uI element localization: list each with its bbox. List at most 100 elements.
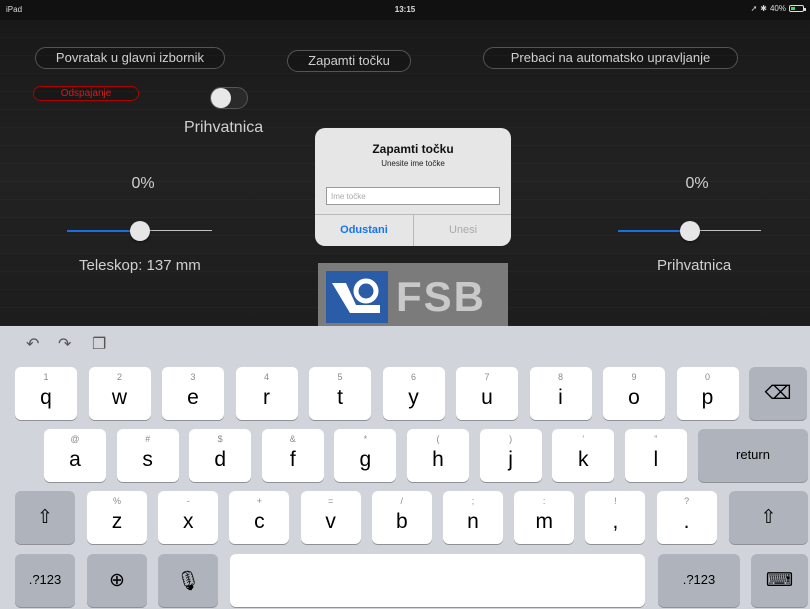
- key-label: .?123: [682, 572, 716, 587]
- key-label: .?123: [28, 572, 62, 587]
- key-secondary-label: 6: [410, 372, 416, 382]
- key-e[interactable]: 3e: [162, 367, 224, 420]
- gripper-slider[interactable]: [618, 221, 761, 241]
- gripper-slider-label: Prihvatnica: [657, 257, 732, 274]
- key-f[interactable]: & f: [261, 429, 324, 482]
- fsb-logo-mark: [326, 271, 388, 323]
- numbers-key-left[interactable]: .?123: [15, 554, 75, 607]
- back-to-main-menu-button[interactable]: Povratak u glavni izbornik: [35, 47, 225, 69]
- key-k[interactable]: ’ k: [552, 429, 615, 482]
- return-key[interactable]: return: [698, 429, 808, 482]
- key-s[interactable]: # s: [116, 429, 179, 482]
- shift-key-right[interactable]: ⇧: [729, 491, 808, 544]
- key-secondary-label: /: [400, 496, 404, 506]
- key-secondary-label: 3: [190, 372, 196, 382]
- hide-keyboard-key[interactable]: ⌨: [751, 554, 808, 607]
- dialog-title: Zapamti točku: [372, 142, 454, 156]
- key-u[interactable]: 7u: [456, 367, 518, 420]
- key-secondary-label: ?: [684, 496, 690, 506]
- switch-to-automatic-button[interactable]: Prebaci na automatsko upravljanje: [483, 47, 738, 69]
- key-b[interactable]: / b: [371, 491, 432, 544]
- key-label: return: [736, 447, 770, 462]
- key-label: n: [467, 510, 479, 533]
- key-h[interactable]: (h: [407, 429, 469, 482]
- key-label: m: [535, 510, 553, 533]
- telescope-percent: 0%: [131, 175, 155, 192]
- key-secondary-label: =: [327, 496, 334, 506]
- key-y[interactable]: 6y: [382, 367, 445, 420]
- ipad-screen: iPad 13:15 ➚ ✱ 40% Povratak u glavni izb…: [0, 0, 810, 609]
- dialog-message: Unesite ime točke: [381, 159, 445, 168]
- paste-icon[interactable]: ❐: [92, 334, 106, 354]
- disconnect-button[interactable]: Odspajanje: [33, 86, 139, 101]
- key-secondary-label: ”: [654, 434, 658, 444]
- key-t[interactable]: 5t: [309, 367, 371, 420]
- key-label: t: [337, 386, 343, 409]
- key-secondary-label: 1: [43, 372, 49, 382]
- key-secondary-label: @: [70, 434, 80, 444]
- key-v[interactable]: = v: [300, 491, 361, 544]
- backspace-icon: ⌫: [764, 383, 792, 404]
- numbers-key-right[interactable]: .?123: [658, 554, 740, 607]
- telescope-label: Teleskop: 137 mm: [79, 257, 201, 274]
- key-secondary-label: $: [217, 434, 223, 444]
- slider-thumb[interactable]: [679, 221, 700, 241]
- key-label: w: [111, 386, 128, 409]
- key-m[interactable]: :m: [514, 491, 575, 544]
- dictation-key[interactable]: 🎙︎: [158, 554, 218, 607]
- undo-icon[interactable]: ↶: [26, 334, 39, 354]
- key-n[interactable]: ; n: [443, 491, 503, 544]
- cancel-button[interactable]: Odustani: [315, 215, 413, 246]
- key-secondary-label: (: [436, 434, 440, 444]
- key-j[interactable]: ) j: [479, 429, 542, 482]
- key-g[interactable]: * g: [334, 429, 397, 482]
- key-i[interactable]: 8i: [529, 367, 592, 420]
- key-label: j: [508, 448, 513, 471]
- key-o[interactable]: 9o: [603, 367, 665, 420]
- keyboard-hide-icon: ⌨: [765, 570, 794, 591]
- battery-icon: [789, 5, 806, 12]
- key-label: h: [432, 448, 444, 471]
- key-r[interactable]: 4r: [235, 367, 298, 420]
- key-label: b: [395, 510, 408, 533]
- key-label: u: [481, 386, 493, 409]
- key-d[interactable]: $ d: [189, 429, 252, 482]
- globe-key[interactable]: ⊕: [87, 554, 147, 607]
- shift-key-left[interactable]: ⇧: [15, 491, 75, 544]
- redo-icon[interactable]: ↷: [58, 334, 71, 354]
- status-bar: iPad 13:15 ➚ ✱ 40%: [0, 0, 810, 20]
- key-secondary-label: :: [542, 496, 546, 506]
- key-label: v: [325, 510, 336, 533]
- key-z[interactable]: % z: [87, 491, 147, 544]
- telescope-slider[interactable]: [67, 221, 212, 241]
- key-w[interactable]: 2w: [88, 367, 151, 420]
- save-point-button[interactable]: Zapamti točku: [287, 50, 411, 72]
- key-a[interactable]: @ a: [44, 429, 106, 482]
- key-secondary-label: 2: [116, 372, 122, 382]
- key-secondary-label: *: [363, 434, 368, 444]
- key-label: q: [40, 386, 52, 409]
- shift-icon: ⇧: [37, 507, 53, 528]
- clock: 13:15: [394, 5, 416, 14]
- key-period[interactable]: ?.: [656, 491, 717, 544]
- key-secondary-label: ’: [582, 434, 585, 444]
- robot-control-app: Povratak u glavni izbornik Zapamti točku…: [0, 20, 810, 326]
- key-comma[interactable]: !,: [585, 491, 646, 544]
- key-x[interactable]: -x: [158, 491, 219, 544]
- backspace-key[interactable]: ⌫: [749, 367, 807, 420]
- gripper-toggle-label: Prihvatnica: [184, 119, 264, 136]
- key-l[interactable]: ” l: [624, 429, 687, 482]
- key-secondary-label: -: [186, 496, 190, 506]
- confirm-button[interactable]: Unesi: [414, 215, 511, 246]
- key-secondary-label: &: [289, 434, 296, 444]
- key-q[interactable]: 1q: [15, 367, 77, 420]
- key-c[interactable]: + c: [229, 491, 290, 544]
- key-secondary-label: %: [112, 496, 121, 506]
- space-key[interactable]: [230, 554, 645, 607]
- key-label: x: [182, 510, 194, 533]
- slider-thumb[interactable]: [129, 221, 150, 241]
- gripper-toggle[interactable]: [210, 87, 248, 109]
- key-p[interactable]: 0p: [676, 367, 739, 420]
- point-name-input[interactable]: [326, 187, 500, 205]
- key-label: d: [214, 448, 227, 471]
